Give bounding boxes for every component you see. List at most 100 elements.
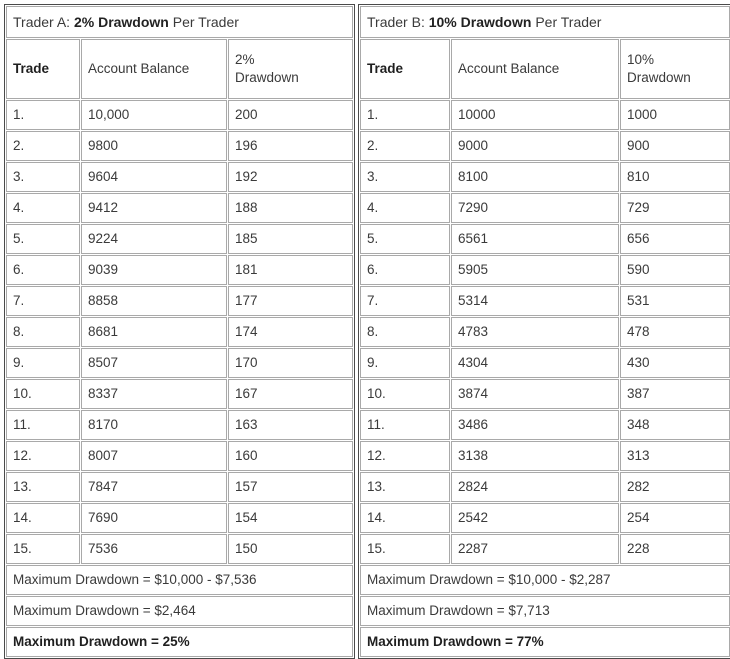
account-balance: 9800: [81, 131, 227, 161]
drawdown-amount: 430: [620, 348, 730, 378]
trade-index: 4.: [360, 193, 450, 223]
trade-index: 9.: [360, 348, 450, 378]
trader-a-col-trade: Trade: [6, 39, 80, 99]
drawdown-amount: 1000: [620, 100, 730, 130]
max-drawdown-percent: Maximum Drawdown = 77%: [360, 627, 730, 657]
drawdown-amount: 192: [228, 162, 353, 192]
trader-b-title-prefix: Trader B:: [367, 13, 429, 30]
drawdown-amount: 160: [228, 441, 353, 471]
drawdown-amount: 157: [228, 472, 353, 502]
account-balance: 3486: [451, 410, 619, 440]
drawdown-comparison: Trader A: 2% Drawdown Per Trader Trade A…: [0, 0, 730, 659]
table-row: 7. 5314 531: [360, 286, 730, 316]
account-balance: 9000: [451, 131, 619, 161]
account-balance: 7847: [81, 472, 227, 502]
trade-index: 13.: [6, 472, 80, 502]
table-row: 2. 9000 900: [360, 131, 730, 161]
trade-index: 5.: [360, 224, 450, 254]
trade-index: 3.: [360, 162, 450, 192]
table-row: 2. 9800 196: [6, 131, 353, 161]
table-row: 8. 8681 174: [6, 317, 353, 347]
trader-b-title: Trader B: 10% Drawdown Per Trader: [360, 6, 730, 38]
drawdown-amount: 387: [620, 379, 730, 409]
drawdown-amount: 531: [620, 286, 730, 316]
table-row: 4. 7290 729: [360, 193, 730, 223]
trade-index: 14.: [360, 503, 450, 533]
trade-index: 1.: [360, 100, 450, 130]
trader-b-header-row: Trade Account Balance 10% Drawdown: [360, 39, 730, 99]
account-balance: 2824: [451, 472, 619, 502]
drawdown-amount: 181: [228, 255, 353, 285]
drawdown-amount: 196: [228, 131, 353, 161]
account-balance: 9039: [81, 255, 227, 285]
trade-index: 15.: [360, 534, 450, 564]
trader-a-col-balance: Account Balance: [81, 39, 227, 99]
trade-index: 2.: [360, 131, 450, 161]
account-balance: 2287: [451, 534, 619, 564]
trader-a-col-drawdown-word: Drawdown: [235, 70, 299, 85]
trader-a-title: Trader A: 2% Drawdown Per Trader: [6, 6, 353, 38]
trader-b-col-balance: Account Balance: [451, 39, 619, 99]
account-balance: 3138: [451, 441, 619, 471]
trade-index: 10.: [360, 379, 450, 409]
trader-a-col-drawdown-pct: 2%: [235, 52, 255, 68]
trader-b-summary-row: Maximum Drawdown = 77%: [360, 627, 730, 657]
drawdown-amount: 154: [228, 503, 353, 533]
trader-b-summary-row: Maximum Drawdown = $10,000 - $2,287: [360, 565, 730, 595]
trader-a-header-row: Trade Account Balance 2% Drawdown: [6, 39, 353, 99]
account-balance: 8681: [81, 317, 227, 347]
trade-index: 6.: [360, 255, 450, 285]
account-balance: 7290: [451, 193, 619, 223]
drawdown-amount: 254: [620, 503, 730, 533]
account-balance: 9412: [81, 193, 227, 223]
trade-index: 11.: [6, 410, 80, 440]
max-drawdown-calculation: Maximum Drawdown = $10,000 - $2,287: [360, 565, 730, 595]
account-balance: 5314: [451, 286, 619, 316]
table-row: 11. 8170 163: [6, 410, 353, 440]
max-drawdown-calculation: Maximum Drawdown = $10,000 - $7,536: [6, 565, 353, 595]
account-balance: 8170: [81, 410, 227, 440]
trade-index: 7.: [6, 286, 80, 316]
table-row: 10. 3874 387: [360, 379, 730, 409]
trade-index: 5.: [6, 224, 80, 254]
account-balance: 8007: [81, 441, 227, 471]
trade-index: 13.: [360, 472, 450, 502]
trader-b-col-drawdown-pct: 10%: [627, 52, 655, 68]
drawdown-amount: 282: [620, 472, 730, 502]
trader-b-col-trade: Trade: [360, 39, 450, 99]
trade-index: 11.: [360, 410, 450, 440]
table-row: 5. 9224 185: [6, 224, 353, 254]
drawdown-amount: 478: [620, 317, 730, 347]
trader-b-summary-row: Maximum Drawdown = $7,713: [360, 596, 730, 626]
drawdown-amount: 656: [620, 224, 730, 254]
table-row: 15. 7536 150: [6, 534, 353, 564]
trader-b-col-drawdown: 10% Drawdown: [620, 39, 730, 99]
trade-index: 4.: [6, 193, 80, 223]
account-balance: 10,000: [81, 100, 227, 130]
trade-index: 9.: [6, 348, 80, 378]
trade-index: 15.: [6, 534, 80, 564]
max-drawdown-value: Maximum Drawdown = $2,464: [6, 596, 353, 626]
drawdown-amount: 810: [620, 162, 730, 192]
table-row: 7. 8858 177: [6, 286, 353, 316]
drawdown-amount: 348: [620, 410, 730, 440]
max-drawdown-percent: Maximum Drawdown = 25%: [6, 627, 353, 657]
max-drawdown-value: Maximum Drawdown = $7,713: [360, 596, 730, 626]
account-balance: 5905: [451, 255, 619, 285]
drawdown-amount: 313: [620, 441, 730, 471]
account-balance: 10000: [451, 100, 619, 130]
account-balance: 4304: [451, 348, 619, 378]
trader-b-table: Trader B: 10% Drawdown Per Trader Trade …: [358, 4, 730, 659]
table-row: 11. 3486 348: [360, 410, 730, 440]
trader-b-title-row: Trader B: 10% Drawdown Per Trader: [360, 6, 730, 38]
trader-a-title-accent: 2% Drawdown: [73, 13, 169, 30]
drawdown-amount: 185: [228, 224, 353, 254]
account-balance: 3874: [451, 379, 619, 409]
drawdown-amount: 188: [228, 193, 353, 223]
account-balance: 7536: [81, 534, 227, 564]
table-row: 3. 9604 192: [6, 162, 353, 192]
trade-index: 7.: [360, 286, 450, 316]
drawdown-amount: 729: [620, 193, 730, 223]
account-balance: 8337: [81, 379, 227, 409]
account-balance: 6561: [451, 224, 619, 254]
